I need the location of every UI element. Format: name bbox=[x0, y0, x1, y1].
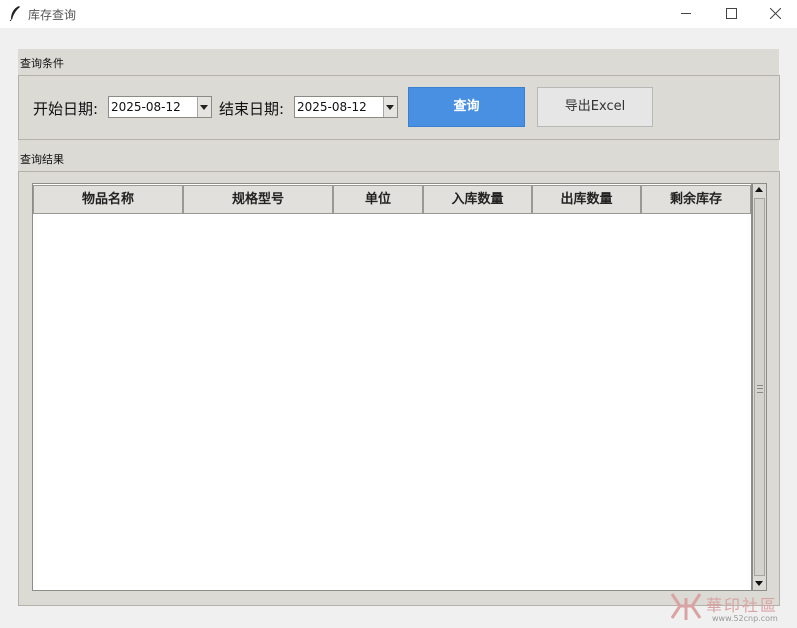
window-title: 库存查询 bbox=[28, 8, 77, 22]
start-date-label: 开始日期: bbox=[33, 100, 99, 118]
close-button[interactable] bbox=[752, 0, 797, 28]
query-section-header bbox=[18, 49, 779, 75]
watermark-text: 華印社區 bbox=[706, 596, 779, 615]
watermark-url: www.52cnp.com bbox=[712, 614, 778, 623]
scrollbar-thumb[interactable] bbox=[754, 198, 765, 576]
result-section-header bbox=[18, 140, 779, 171]
title-bar: 库存查询 bbox=[0, 0, 797, 28]
query-section-label: 查询条件 bbox=[18, 55, 66, 71]
watermark: 華印社區 www.52cnp.com bbox=[668, 590, 796, 626]
table-header: 物品名称 规格型号 单位 入库数量 出库数量 剩余库存 bbox=[33, 184, 751, 215]
scroll-up-arrow-icon[interactable] bbox=[753, 184, 766, 197]
column-header-remaining-stock[interactable]: 剩余库存 bbox=[641, 185, 751, 214]
feather-icon bbox=[9, 6, 20, 21]
start-date-value[interactable]: 2025-08-12 bbox=[111, 100, 181, 114]
end-date-value[interactable]: 2025-08-12 bbox=[297, 100, 367, 114]
start-date-picker[interactable]: 2025-08-12 bbox=[108, 96, 212, 118]
column-header-spec[interactable]: 规格型号 bbox=[183, 185, 333, 214]
column-header-item-name[interactable]: 物品名称 bbox=[33, 185, 183, 214]
export-excel-button[interactable]: 导出Excel bbox=[537, 87, 653, 127]
column-header-inbound-qty[interactable]: 入库数量 bbox=[423, 185, 532, 214]
end-date-picker[interactable]: 2025-08-12 bbox=[294, 96, 398, 118]
grip-icon bbox=[757, 385, 763, 393]
column-header-outbound-qty[interactable]: 出库数量 bbox=[532, 185, 641, 214]
results-table[interactable]: 物品名称 规格型号 单位 入库数量 出库数量 剩余库存 bbox=[32, 183, 752, 591]
query-button[interactable]: 查询 bbox=[408, 87, 525, 127]
minimize-button[interactable] bbox=[663, 0, 709, 28]
close-icon bbox=[770, 8, 781, 19]
chevron-down-icon[interactable] bbox=[383, 97, 397, 117]
end-date-label: 结束日期: bbox=[219, 100, 285, 118]
scroll-down-arrow-icon[interactable] bbox=[753, 577, 766, 590]
chevron-down-icon[interactable] bbox=[197, 97, 211, 117]
column-header-unit[interactable]: 单位 bbox=[333, 185, 423, 214]
watermark-logo-icon bbox=[670, 593, 702, 620]
vertical-scrollbar[interactable] bbox=[752, 183, 767, 591]
maximize-button[interactable] bbox=[708, 0, 754, 28]
result-section-label: 查询结果 bbox=[18, 151, 66, 167]
